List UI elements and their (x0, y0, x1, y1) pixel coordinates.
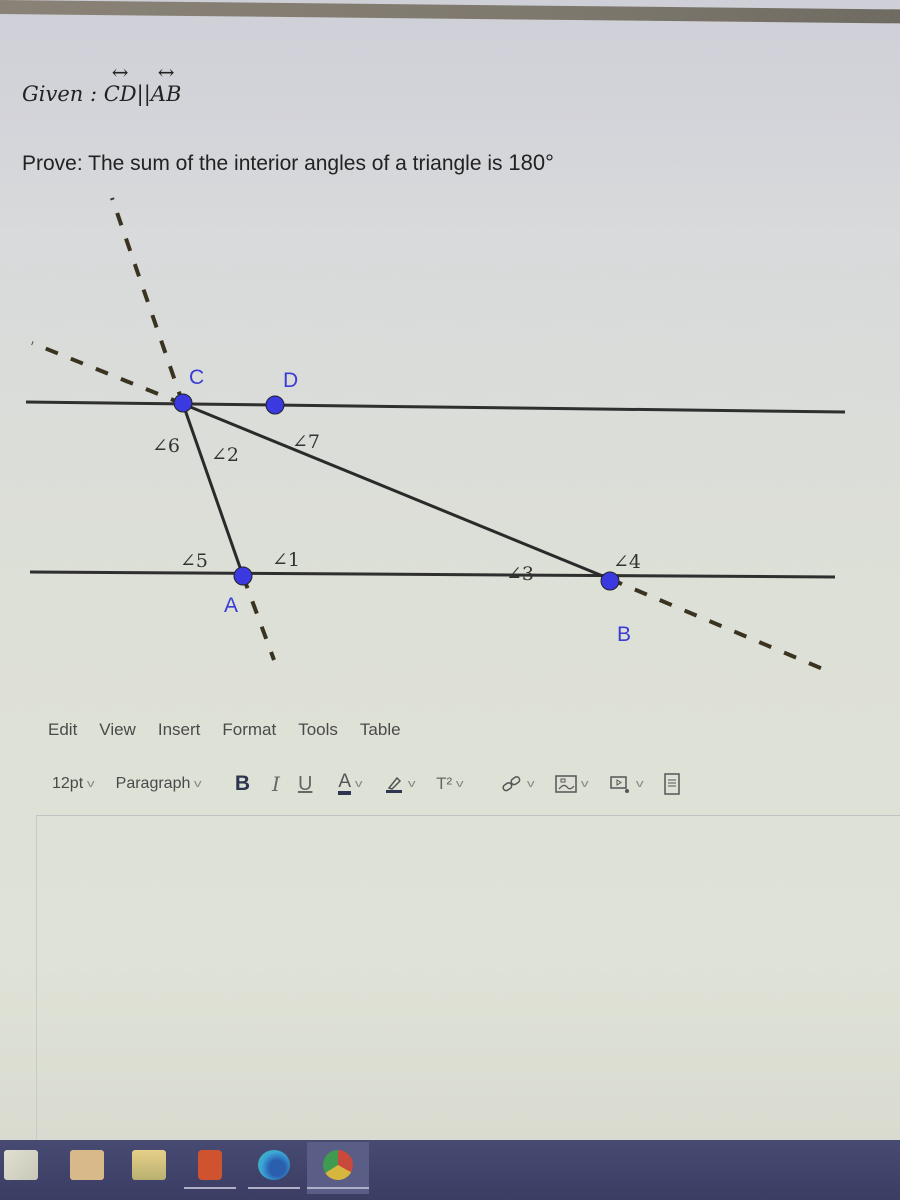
document-button[interactable] (664, 773, 680, 795)
angle-1-label: ∠1 (272, 549, 300, 571)
text-color-icon: A (338, 772, 352, 795)
microsoft-store-icon[interactable] (4, 1150, 38, 1180)
angle-2-label: ∠2 (211, 444, 239, 466)
geometry-figure: C D A B ∠6 ∠2 ∠7 ∠5 ∠1 ∠3 ∠4 (25, 197, 846, 674)
italic-button[interactable]: I (272, 772, 280, 796)
menu-tools[interactable]: Tools (298, 720, 338, 740)
menu-format[interactable]: Format (222, 720, 276, 740)
label-a: A (224, 594, 238, 617)
chevron-down-icon: v (87, 778, 95, 790)
line-cd (25, 400, 846, 414)
font-size-value: 12pt (52, 775, 84, 792)
rich-text-editor-area[interactable] (36, 815, 900, 1147)
extension-ca-below (241, 575, 276, 661)
editor-toolbar: 12pt v Paragraph v B I U A v v T² v v v … (52, 772, 900, 796)
font-size-select[interactable]: 12pt v (52, 775, 95, 793)
text-color-button[interactable]: A v (338, 772, 363, 795)
file-explorer-icon[interactable] (132, 1150, 166, 1180)
chevron-down-icon: v (194, 778, 202, 790)
image-button[interactable]: v (555, 774, 589, 794)
angle-5-label: ∠5 (180, 550, 208, 572)
image-icon (555, 775, 577, 793)
chevron-down-icon: v (354, 778, 363, 790)
extension-bc (31, 341, 184, 406)
superscript-button[interactable]: T² v (436, 774, 464, 794)
link-icon (502, 776, 521, 792)
segment-cb (182, 402, 611, 581)
office-running-indicator (184, 1187, 236, 1189)
photos-icon[interactable] (70, 1150, 104, 1180)
label-d: D (283, 369, 298, 392)
label-c: C (189, 366, 204, 389)
extension-cb-below (609, 577, 831, 674)
block-format-select[interactable]: Paragraph v (115, 775, 202, 793)
media-button[interactable]: v (609, 774, 644, 794)
highlight-button[interactable]: v (384, 774, 415, 794)
chrome-icon[interactable] (323, 1150, 353, 1180)
block-format-value: Paragraph (115, 775, 191, 792)
angle-3-label: ∠3 (506, 563, 534, 585)
angle-6-label: ∠6 (152, 435, 180, 457)
point-a[interactable] (233, 566, 253, 586)
point-d[interactable] (265, 395, 285, 415)
bold-button[interactable]: B (235, 772, 250, 796)
media-icon (609, 776, 629, 793)
edge-icon[interactable] (258, 1150, 290, 1180)
chevron-down-icon: v (526, 778, 535, 790)
office-icon[interactable] (198, 1150, 222, 1180)
menu-table[interactable]: Table (360, 720, 401, 740)
chevron-down-icon: v (635, 778, 644, 790)
highlighter-icon (385, 776, 402, 793)
edge-running-indicator (248, 1187, 300, 1189)
point-c[interactable] (173, 393, 193, 413)
point-b[interactable] (600, 571, 620, 591)
chevron-down-icon: v (581, 778, 589, 790)
chrome-running-indicator (307, 1187, 369, 1189)
editor-menubar: Edit View Insert Format Tools Table (48, 720, 423, 740)
extension-ac (110, 197, 185, 405)
label-b: B (617, 623, 631, 646)
underline-button[interactable]: U (298, 773, 312, 796)
angle-7-label: ∠7 (292, 431, 320, 453)
line-ab (29, 570, 836, 579)
superscript-icon: T² (436, 774, 453, 793)
angle-4-label: ∠4 (613, 551, 641, 573)
menu-insert[interactable]: Insert (158, 720, 201, 740)
chevron-down-icon: v (456, 778, 464, 790)
link-button[interactable]: v (501, 774, 534, 794)
menu-edit[interactable]: Edit (48, 720, 77, 740)
document-icon (664, 773, 680, 795)
chevron-down-icon: v (407, 778, 416, 790)
menu-view[interactable]: View (99, 720, 136, 740)
